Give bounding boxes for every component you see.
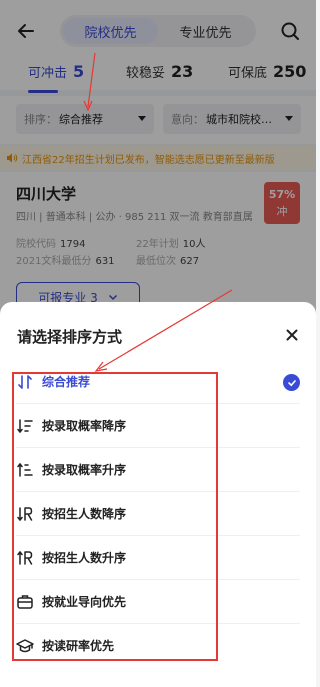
sort-option-label: 按就业导向优先 bbox=[42, 595, 127, 609]
sort-option-label: 按读研率优先 bbox=[42, 639, 115, 653]
enroll-asc-icon bbox=[17, 550, 33, 565]
briefcase-icon bbox=[17, 595, 33, 609]
close-icon bbox=[286, 329, 298, 341]
page: 院校优先 专业优先 可冲击 5 较稳妥 23 可保底 250 排序： 综合推荐 bbox=[0, 0, 316, 687]
sort-option-prob-asc[interactable]: 按录取概率升序 bbox=[0, 448, 316, 492]
sort-option-label: 按招生人数升序 bbox=[42, 551, 127, 565]
close-button[interactable] bbox=[282, 325, 302, 345]
sort-option-label: 按录取概率升序 bbox=[42, 463, 127, 477]
sheet-title: 请选择排序方式 bbox=[17, 328, 123, 346]
sort-swap-icon bbox=[18, 375, 32, 389]
sort-option-postgrad[interactable]: 按读研率优先 bbox=[0, 624, 316, 668]
sort-asc-icon bbox=[17, 462, 33, 477]
enroll-desc-icon bbox=[17, 507, 33, 522]
sort-option-label: 按招生人数降序 bbox=[42, 507, 127, 521]
sort-bottom-sheet: 请选择排序方式 综合推荐 按录取概率降序 按录取概率升序 按招生人数降序 按招生… bbox=[0, 302, 316, 687]
sort-option-label: 按录取概率降序 bbox=[42, 419, 127, 433]
sort-option-comprehensive[interactable]: 综合推荐 bbox=[0, 360, 316, 404]
sort-option-employment[interactable]: 按就业导向优先 bbox=[0, 580, 316, 624]
sort-desc-icon bbox=[17, 419, 33, 434]
sort-option-enroll-desc[interactable]: 按招生人数降序 bbox=[0, 492, 316, 536]
graduation-cap-icon bbox=[16, 639, 34, 653]
check-icon bbox=[283, 374, 300, 391]
sort-option-prob-desc[interactable]: 按录取概率降序 bbox=[0, 404, 316, 448]
sort-option-label: 综合推荐 bbox=[42, 375, 91, 389]
sort-option-enroll-asc[interactable]: 按招生人数升序 bbox=[0, 536, 316, 580]
